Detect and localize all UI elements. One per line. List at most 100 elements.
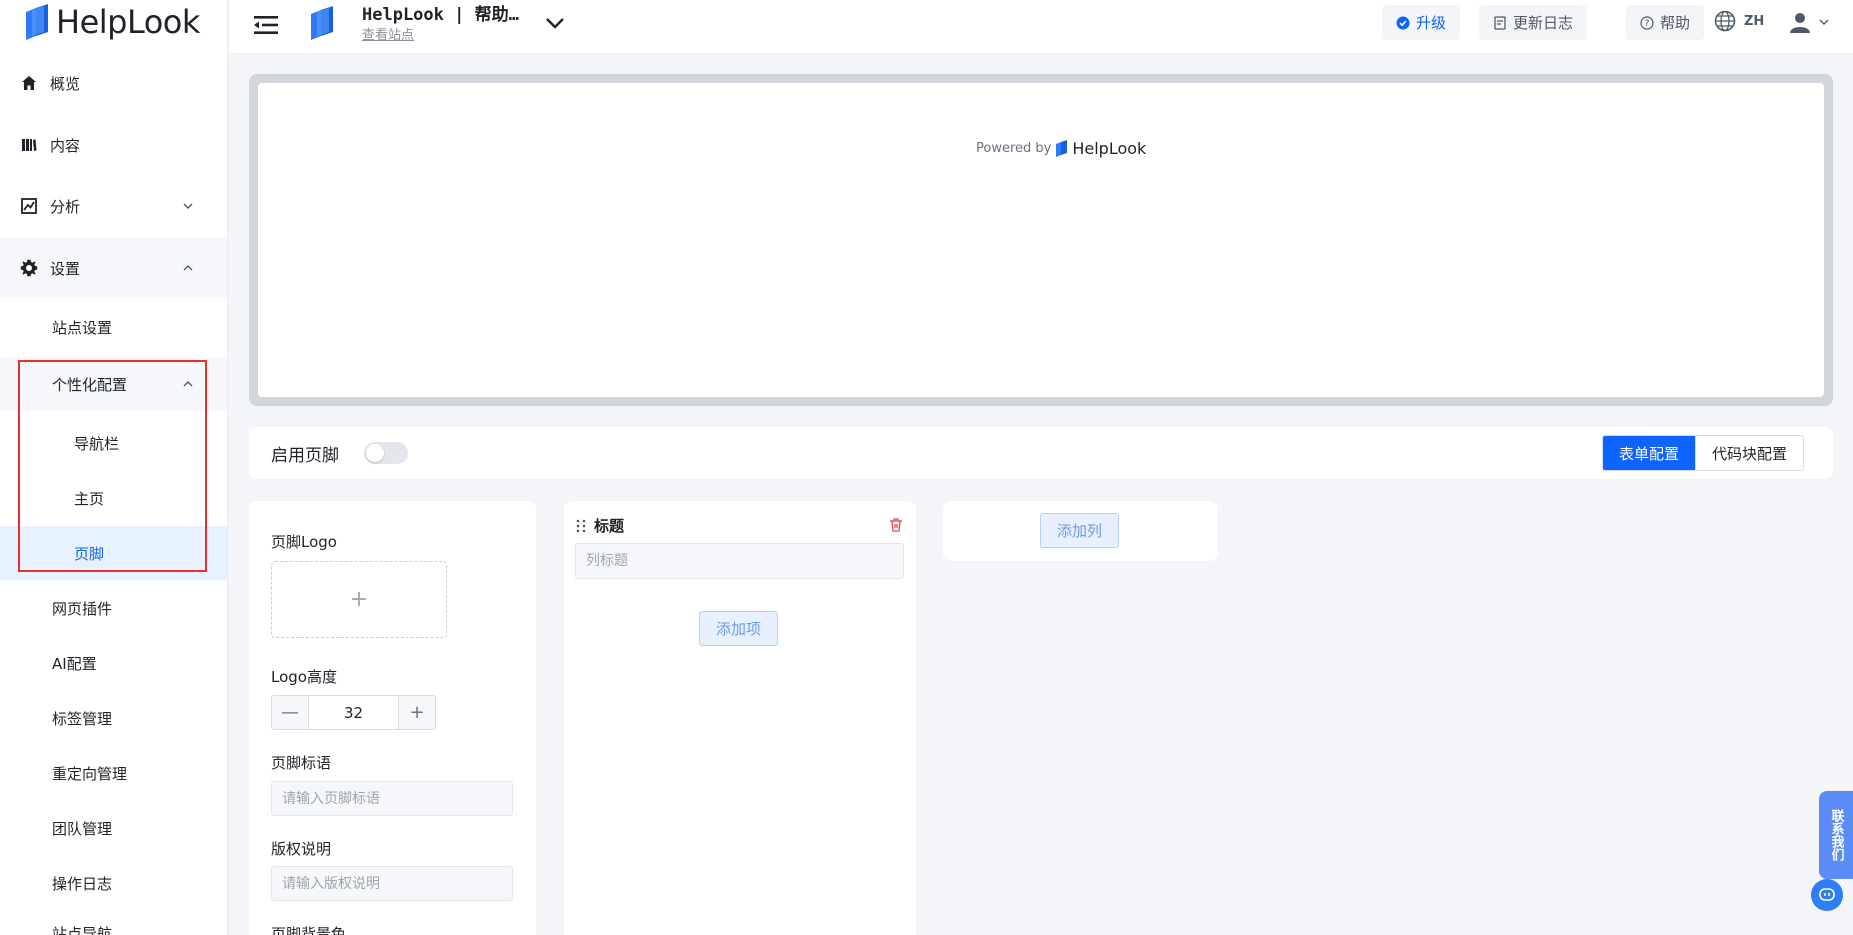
avatar-icon — [1790, 13, 1810, 33]
switch-knob — [366, 444, 384, 462]
sidebar-item-label: 网页插件 — [52, 599, 113, 618]
changelog-button[interactable]: 更新日志 — [1479, 5, 1588, 40]
tab-form-config[interactable]: 表单配置 — [1603, 436, 1696, 470]
sidebar-item-footer[interactable]: 页脚 — [0, 526, 227, 580]
sidebar-item-home[interactable]: 主页 — [0, 471, 227, 525]
contact-us-button[interactable]: 联系我们 — [1819, 791, 1853, 879]
chevron-down-icon — [546, 18, 564, 29]
logo-height-value[interactable]: 32 — [308, 696, 399, 729]
powered-by-brand: HelpLook — [1072, 139, 1147, 158]
copyright-label: 版权说明 — [271, 840, 332, 858]
help-icon: ? — [1640, 15, 1654, 30]
decrement-button[interactable]: — — [272, 696, 308, 729]
footer-column-panel: 标题 添加项 — [564, 501, 916, 935]
sidebar-item-label: 站点导航 — [52, 924, 113, 935]
chart-icon — [20, 197, 38, 215]
chat-button[interactable] — [1811, 879, 1843, 911]
plus-icon: + — [349, 587, 369, 612]
copyright-input[interactable] — [271, 866, 513, 901]
upgrade-button[interactable]: 升级 — [1382, 5, 1461, 40]
logo-height-stepper: — 32 + — [271, 695, 436, 730]
sidebar-item-overview[interactable]: 概览 — [0, 53, 227, 113]
trash-icon[interactable] — [888, 517, 904, 533]
footer-toggle-bar: 启用页脚 表单配置 代码块配置 — [249, 427, 1833, 479]
gear-icon — [20, 259, 38, 277]
home-icon — [20, 74, 38, 92]
svg-text:?: ? — [1645, 19, 1650, 29]
check-circle-icon — [1396, 16, 1410, 29]
sidebar-item-label: 团队管理 — [52, 819, 113, 838]
column-header: 标题 — [576, 515, 624, 536]
sidebar-item-site-settings[interactable]: 站点设置 — [0, 300, 227, 354]
footer-preview: Powered by HelpLook — [249, 74, 1833, 406]
add-item-button[interactable]: 添加项 — [699, 611, 779, 646]
sidebar: HelpLook 概览 内容 分析 设置 站点设置 个性化配置 导航栏 主页 页… — [0, 0, 228, 935]
menu-collapse-icon — [254, 16, 278, 34]
enable-footer-switch[interactable] — [364, 442, 408, 464]
site-logo-icon — [311, 6, 333, 40]
help-label: 帮助 — [1660, 14, 1691, 32]
helplook-logo-icon — [1056, 140, 1068, 157]
slogan-input[interactable] — [271, 781, 513, 816]
sidebar-item-label: 个性化配置 — [52, 375, 128, 394]
changelog-label: 更新日志 — [1513, 14, 1574, 32]
chat-icon — [1819, 888, 1835, 901]
sidebar-item-plugins[interactable]: 网页插件 — [0, 581, 227, 635]
chevron-up-icon — [183, 265, 193, 271]
sidebar-item-logs[interactable]: 操作日志 — [0, 856, 227, 910]
view-site-link[interactable]: 查看站点 — [362, 24, 414, 43]
powered-by: Powered by HelpLook — [976, 139, 1146, 158]
sidebar-item-redirect[interactable]: 重定向管理 — [0, 746, 227, 800]
drag-handle-icon[interactable] — [576, 519, 586, 533]
top-header: HelpLook | 帮助… 查看站点 升级 更新日志 ? 帮助 ZH — [229, 0, 1853, 54]
bgcolor-label: 页脚背景色 — [271, 925, 347, 935]
sidebar-item-label: 分析 — [50, 197, 81, 216]
language-switch[interactable]: ZH — [1714, 10, 1764, 32]
logo-label: 页脚Logo — [271, 533, 337, 551]
sidebar-item-label: 设置 — [50, 259, 81, 278]
sidebar-item-label: AI配置 — [52, 654, 97, 673]
sidebar-item-label: 概览 — [50, 74, 81, 93]
add-column-button[interactable]: 添加列 — [1040, 513, 1120, 548]
add-column-panel: 添加列 — [943, 501, 1218, 561]
sidebar-item-label: 操作日志 — [52, 874, 113, 893]
sidebar-item-export[interactable]: 站点导航 — [0, 906, 227, 935]
chevron-down-icon — [183, 203, 193, 209]
sidebar-item-personalize[interactable]: 个性化配置 — [0, 357, 227, 411]
brand-logo[interactable]: HelpLook — [24, 0, 200, 44]
logo-height-label: Logo高度 — [271, 668, 337, 686]
sidebar-item-team[interactable]: 团队管理 — [0, 801, 227, 855]
globe-icon — [1714, 10, 1736, 32]
increment-button[interactable]: + — [399, 696, 435, 729]
sidebar-item-settings[interactable]: 设置 — [0, 238, 227, 298]
user-menu[interactable] — [1788, 10, 1830, 34]
chevron-down-icon — [1819, 19, 1829, 25]
column-title-input[interactable] — [575, 543, 904, 579]
logo-upload-button[interactable]: + — [271, 561, 447, 638]
footer-preview-canvas: Powered by HelpLook — [258, 83, 1824, 397]
enable-footer-label: 启用页脚 — [271, 446, 339, 466]
helplook-logo-icon — [26, 4, 48, 40]
sidebar-item-label: 主页 — [74, 489, 105, 508]
tab-code-config[interactable]: 代码块配置 — [1695, 436, 1804, 470]
help-button[interactable]: ? 帮助 — [1626, 5, 1705, 40]
site-title: HelpLook | 帮助… — [362, 5, 519, 25]
sidebar-item-content[interactable]: 内容 — [0, 115, 227, 175]
language-label: ZH — [1744, 13, 1765, 29]
brand-name: HelpLook — [56, 3, 200, 41]
menu-collapse-button[interactable] — [253, 12, 279, 38]
sidebar-item-ai[interactable]: AI配置 — [0, 636, 227, 690]
slogan-label: 页脚标语 — [271, 754, 332, 772]
sidebar-item-label: 标签管理 — [52, 709, 113, 728]
sidebar-item-analytics[interactable]: 分析 — [0, 176, 227, 236]
sidebar-item-label: 站点设置 — [52, 318, 113, 337]
site-switch-button[interactable] — [544, 12, 566, 34]
powered-by-text: Powered by — [976, 141, 1052, 156]
footer-form-panel: 页脚Logo + Logo高度 — 32 + 页脚标语 版权说明 页脚背景色 — [249, 501, 536, 935]
upgrade-label: 升级 — [1416, 14, 1447, 32]
sidebar-item-label: 页脚 — [74, 544, 105, 563]
sidebar-item-tags[interactable]: 标签管理 — [0, 691, 227, 745]
sidebar-item-label: 重定向管理 — [52, 764, 128, 783]
config-mode-tabs: 表单配置 代码块配置 — [1602, 435, 1805, 471]
sidebar-item-navbar[interactable]: 导航栏 — [0, 416, 227, 470]
